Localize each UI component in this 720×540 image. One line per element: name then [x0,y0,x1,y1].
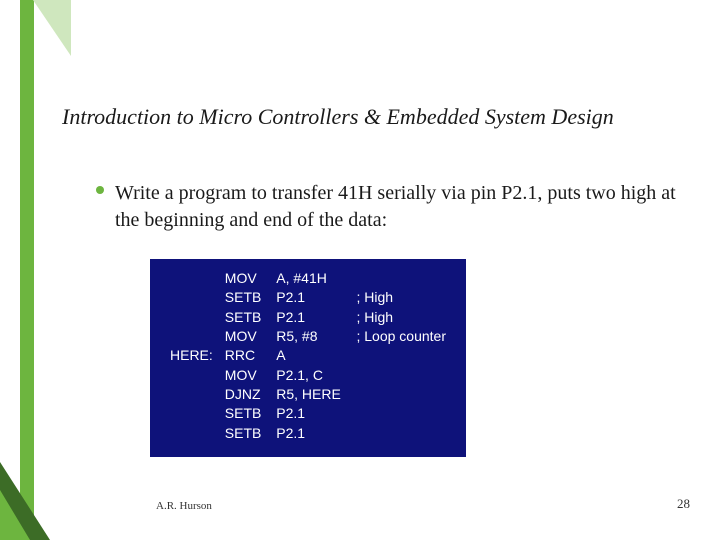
code-row: SETBP2.1; High [164,308,452,327]
code-op: DJNZ [219,385,270,404]
code-comment [350,346,452,365]
code-arg: P2.1 [270,308,350,327]
code-comment [350,404,452,423]
code-arg: P2.1 [270,424,350,443]
slide-title: Introduction to Micro Controllers & Embe… [62,104,690,130]
code-arg: P2.1 [270,404,350,423]
code-arg: R5, #8 [270,327,350,346]
left-accent-bar [20,0,34,540]
code-comment [350,269,452,288]
code-comment [350,424,452,443]
code-row: MOVP2.1, C [164,366,452,385]
code-arg: R5, HERE [270,385,350,404]
code-label [164,288,219,307]
code-comment: ; High [350,308,452,327]
code-op: MOV [219,327,270,346]
code-row: MOVA, #41H [164,269,452,288]
code-label [164,327,219,346]
code-arg: A [270,346,350,365]
top-triangle-decoration [33,0,71,56]
code-comment [350,366,452,385]
code-label [164,424,219,443]
code-label: HERE: [164,346,219,365]
code-arg: P2.1, C [270,366,350,385]
footer-page-number: 28 [677,496,690,512]
code-op: RRC [219,346,270,365]
code-comment [350,385,452,404]
bullet-icon [96,186,104,194]
code-op: SETB [219,288,270,307]
code-row: SETBP2.1; High [164,288,452,307]
code-row: SETBP2.1 [164,404,452,423]
footer-author: A.R. Hurson [156,500,212,512]
code-label [164,366,219,385]
code-arg: P2.1 [270,288,350,307]
code-op: SETB [219,404,270,423]
code-row: DJNZR5, HERE [164,385,452,404]
code-label [164,404,219,423]
code-row: SETBP2.1 [164,424,452,443]
code-row: HERE:RRCA [164,346,452,365]
code-label [164,385,219,404]
code-op: MOV [219,366,270,385]
slide-body-text: Write a program to transfer 41H serially… [115,180,680,234]
code-label [164,308,219,327]
code-arg: A, #41H [270,269,350,288]
bottom-triangle-light [0,490,30,540]
code-op: MOV [219,269,270,288]
code-block: MOVA, #41HSETBP2.1; HighSETBP2.1; HighMO… [150,259,466,457]
code-label [164,269,219,288]
code-table: MOVA, #41HSETBP2.1; HighSETBP2.1; HighMO… [164,269,452,443]
code-comment: ; Loop counter [350,327,452,346]
code-op: SETB [219,308,270,327]
code-op: SETB [219,424,270,443]
code-comment: ; High [350,288,452,307]
code-row: MOVR5, #8; Loop counter [164,327,452,346]
